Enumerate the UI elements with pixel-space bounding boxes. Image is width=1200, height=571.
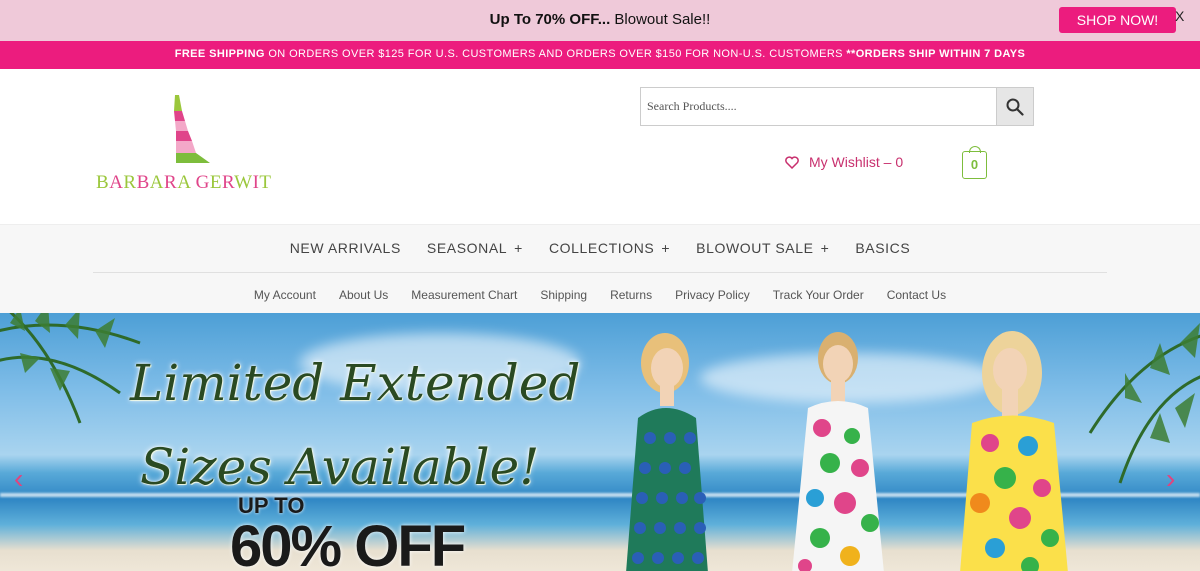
hero-headline: Limited Extended Sizes Available! <box>130 341 580 509</box>
logo-text: BARBARA GERWIT <box>96 172 272 193</box>
palm-leaf-right-image <box>1088 323 1200 484</box>
shipping-bold: FREE SHIPPING <box>174 48 265 60</box>
hero-headline-line2: Sizes Available! <box>140 438 540 496</box>
palm-leaf-left-image <box>0 313 141 424</box>
hero-headline-line1: Limited Extended <box>130 354 581 412</box>
close-promo-button[interactable]: X <box>1175 8 1187 24</box>
shipping-banner: FREE SHIPPING ON ORDERS OVER $125 FOR U.… <box>0 41 1200 69</box>
site-logo[interactable]: BARBARA GERWIT <box>96 93 291 193</box>
model-image-3 <box>960 331 1068 571</box>
subnav-my-account[interactable]: My Account <box>242 288 327 302</box>
secondary-nav: My Account About Us Measurement Chart Sh… <box>0 288 1200 302</box>
promo-bold: Up To 70% OFF... <box>489 11 611 28</box>
main-nav: NEW ARRIVALS SEASONAL + COLLECTIONS + BLOW… <box>0 240 1200 256</box>
nav-label: SEASONAL <box>426 240 508 256</box>
chevron-left-icon[interactable]: ‹ <box>14 463 23 495</box>
search-button[interactable] <box>996 87 1034 126</box>
shopping-bag-icon[interactable]: 0 <box>962 146 987 179</box>
wishlist-link[interactable]: My Wishlist – 0 <box>785 154 903 170</box>
nav-label: COLLECTIONS <box>548 240 655 256</box>
subnav-privacy-policy[interactable]: Privacy Policy <box>664 288 762 302</box>
promo-message: Blowout Sale!! <box>610 11 711 28</box>
subnav-about-us[interactable]: About Us <box>327 288 399 302</box>
chevron-right-icon[interactable]: › <box>1166 463 1175 495</box>
subnav-track-your-order[interactable]: Track Your Order <box>761 288 875 302</box>
nav-item-collections[interactable]: COLLECTIONS + <box>536 240 683 256</box>
subnav-measurement-chart[interactable]: Measurement Chart <box>400 288 529 302</box>
search-input[interactable] <box>641 88 997 125</box>
plus-icon[interactable]: + <box>514 240 523 256</box>
nav-item-new-arrivals[interactable]: NEW ARRIVALS <box>277 240 414 256</box>
nav-item-blowout-sale[interactable]: BLOWOUT SALE + <box>683 240 842 256</box>
model-image-1 <box>626 333 708 571</box>
subnav-returns[interactable]: Returns <box>599 288 664 302</box>
nav-label: NEW ARRIVALS <box>289 240 401 256</box>
plus-icon[interactable]: + <box>821 240 830 256</box>
promo-text: Up To 70% OFF... Blowout Sale!! <box>0 11 1200 28</box>
site-header: BARBARA GERWIT My Wishlist – 0 0 <box>0 69 1200 224</box>
shop-now-button[interactable]: SHOP NOW! <box>1059 7 1176 33</box>
subnav-shipping[interactable]: Shipping <box>529 288 599 302</box>
nav-label: BLOWOUT SALE <box>696 240 814 256</box>
hero-banner[interactable]: Limited Extended Sizes Available! UP TO … <box>0 313 1200 571</box>
cart-count: 0 <box>970 157 979 172</box>
nav-label: BASICS <box>855 240 911 256</box>
hero-discount: 60% OFF <box>230 514 466 571</box>
heart-icon <box>785 155 799 169</box>
shipping-text: ON ORDERS OVER $125 FOR U.S. CUSTOMERS A… <box>264 48 847 60</box>
search-icon <box>1006 98 1024 116</box>
model-image-2 <box>792 332 884 571</box>
subnav-contact-us[interactable]: Contact Us <box>875 288 957 302</box>
promo-bar: Up To 70% OFF... Blowout Sale!! SHOP NOW… <box>0 0 1200 41</box>
plus-icon[interactable]: + <box>661 240 670 256</box>
search-field[interactable] <box>640 87 997 126</box>
navigation-area: NEW ARRIVALS SEASONAL + COLLECTIONS + BLOW… <box>0 224 1200 313</box>
nav-divider <box>93 272 1107 273</box>
sailboat-logo-icon <box>174 95 210 163</box>
shipping-notice: **ORDERS SHIP WITHIN 7 DAYS <box>846 48 1026 60</box>
wishlist-label: My Wishlist – 0 <box>809 154 904 170</box>
nav-item-seasonal[interactable]: SEASONAL + <box>414 240 536 256</box>
nav-item-basics[interactable]: BASICS <box>842 240 923 256</box>
